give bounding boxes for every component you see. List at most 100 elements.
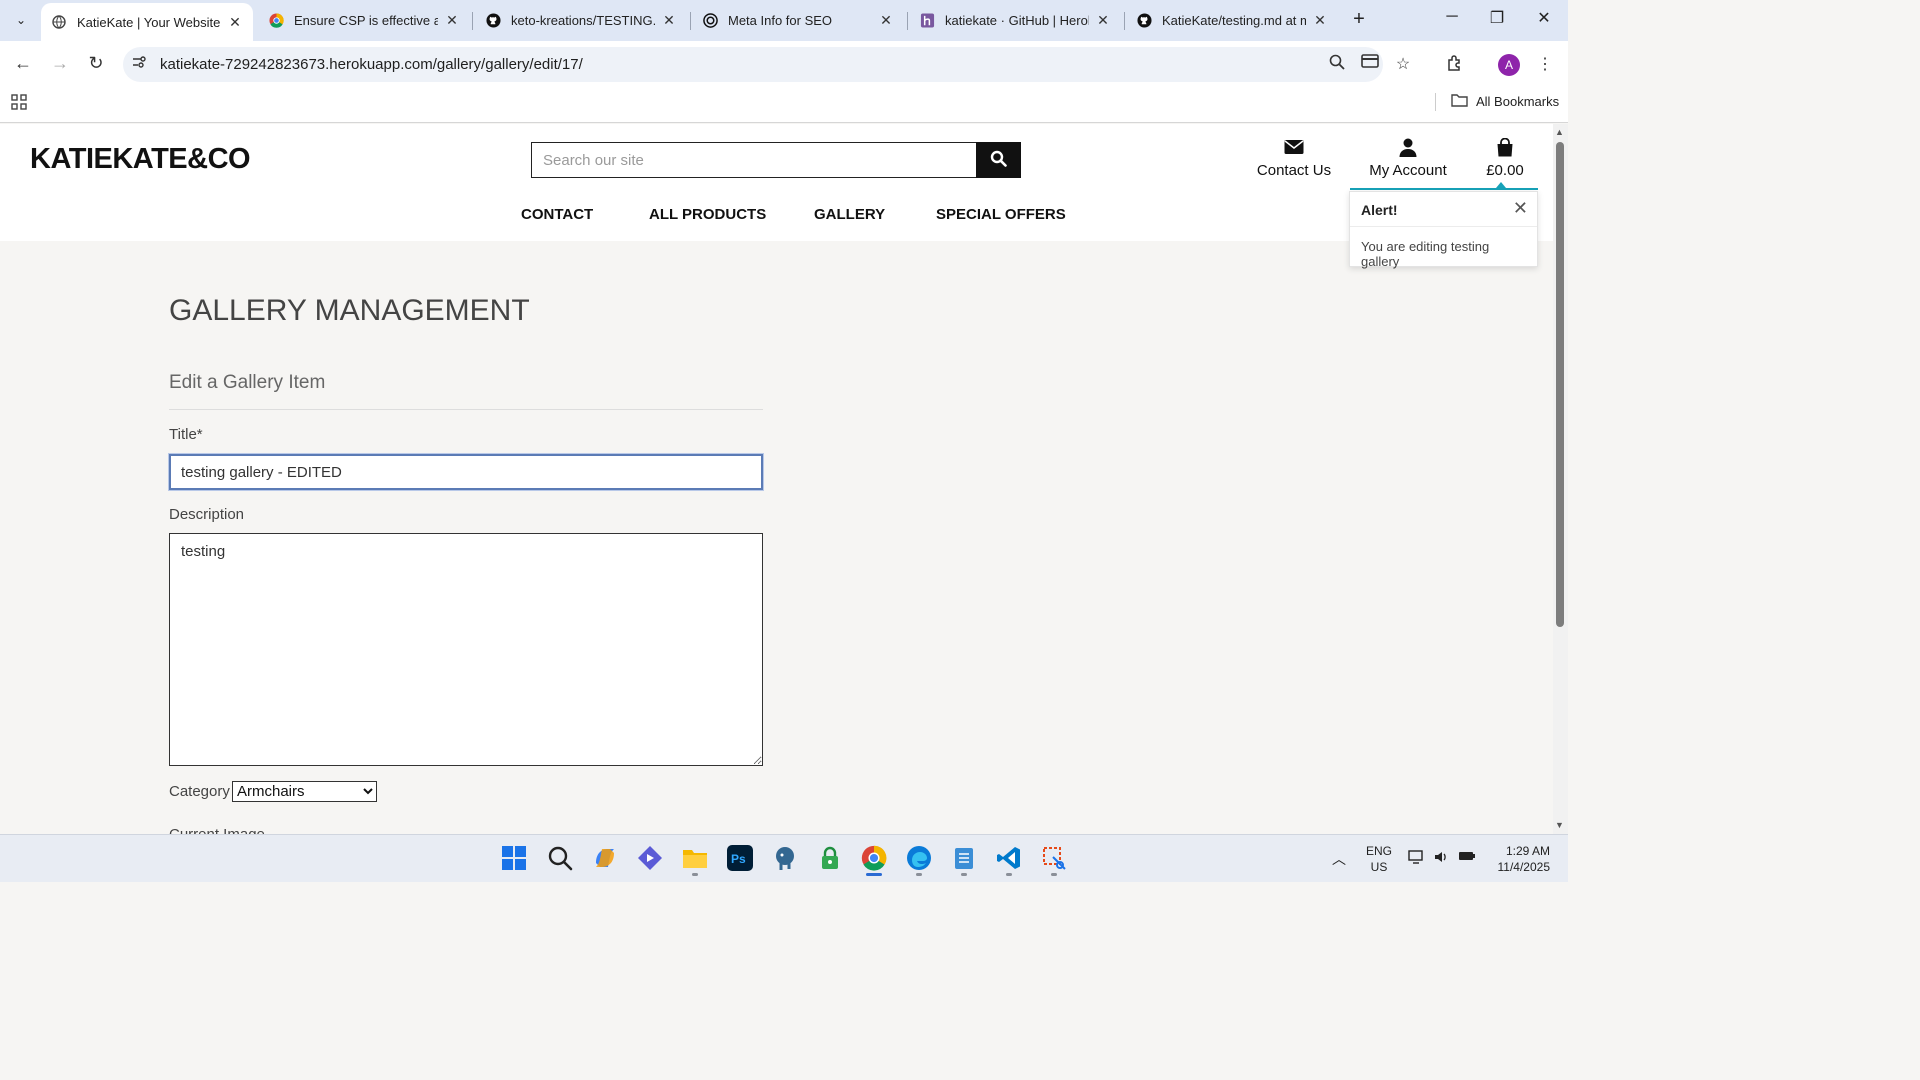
close-window-button[interactable]: ✕ (1529, 8, 1559, 28)
form-subtitle: Edit a Gallery Item (169, 372, 326, 393)
tab-separator (1124, 12, 1125, 30)
taskbar-search-icon[interactable] (547, 845, 573, 871)
title-label: Title* (169, 426, 203, 443)
chrome-taskbar-icon[interactable] (861, 845, 887, 871)
zoom-icon[interactable] (1326, 54, 1348, 75)
network-icon[interactable] (1408, 849, 1426, 868)
system-clock[interactable]: 1:29 AM 11/4/2025 (1490, 843, 1551, 875)
snipping-tool-icon[interactable] (1041, 845, 1067, 871)
bookmarks-bar (0, 88, 1568, 123)
category-label: Category (169, 783, 230, 800)
chrome-icon (268, 13, 284, 29)
payment-card-icon[interactable] (1359, 54, 1381, 73)
edge-icon[interactable] (906, 845, 932, 871)
nav-contact[interactable]: CONTACT (521, 206, 593, 223)
tab-katiekate[interactable]: KatieKate | Your Website ✕ (41, 3, 253, 41)
battery-icon[interactable] (1458, 849, 1476, 866)
running-indicator (692, 873, 698, 876)
nav-gallery[interactable]: GALLERY (814, 206, 885, 223)
running-indicator (1051, 873, 1057, 876)
search-button[interactable] (976, 142, 1021, 178)
github-icon (1136, 13, 1152, 29)
nav-special-offers[interactable]: SPECIAL OFFERS (936, 206, 1066, 223)
close-tab-icon[interactable]: ✕ (1095, 12, 1111, 29)
tab-separator (907, 12, 908, 30)
apps-grid-icon[interactable] (11, 94, 27, 115)
folder-icon[interactable] (1451, 93, 1468, 111)
url-text[interactable]: katiekate-729242823673.herokuapp.com/gal… (160, 56, 583, 73)
contact-us-link[interactable]: Contact Us (1256, 138, 1332, 179)
tab-heroku[interactable]: katiekate · GitHub | Heroku ✕ (909, 0, 1121, 41)
search-icon (990, 150, 1007, 170)
close-tab-icon[interactable]: ✕ (227, 14, 243, 31)
tab-csp[interactable]: Ensure CSP is effective aga ✕ (258, 0, 470, 41)
close-icon[interactable]: ✕ (1513, 198, 1528, 219)
svg-text:Ps: Ps (731, 852, 746, 866)
tab-separator (472, 12, 473, 30)
tab-meta-info[interactable]: Meta Info for SEO ✕ (692, 0, 904, 41)
lock-app-icon[interactable] (817, 845, 843, 871)
new-tab-button[interactable]: + (1347, 8, 1371, 32)
file-explorer-icon[interactable] (682, 845, 708, 871)
scrollbar-thumb[interactable] (1556, 142, 1564, 627)
user-icon (1366, 138, 1450, 160)
divider (169, 409, 763, 410)
openai-icon (702, 13, 718, 29)
site-logo[interactable]: KATIEKATE&CO (30, 143, 251, 176)
tab-search-button[interactable]: ⌄ (8, 7, 34, 33)
envelope-icon (1256, 138, 1332, 160)
bookmark-star-icon[interactable]: ☆ (1392, 54, 1414, 74)
alert-header: Alert! ✕ (1350, 192, 1537, 227)
language-indicator[interactable]: ENG US (1366, 843, 1392, 875)
scroll-up-icon[interactable]: ▲ (1555, 127, 1564, 137)
current-image-label: Current Image (169, 826, 265, 834)
close-tab-icon[interactable]: ✕ (661, 12, 677, 29)
forward-button[interactable]: → (47, 53, 73, 77)
restore-button[interactable]: ❐ (1482, 8, 1512, 28)
close-tab-icon[interactable]: ✕ (444, 12, 460, 29)
close-tab-icon[interactable]: ✕ (878, 12, 894, 29)
windows-start-icon[interactable] (501, 845, 527, 871)
github-icon (485, 13, 501, 29)
volume-icon[interactable] (1433, 849, 1449, 868)
extensions-icon[interactable] (1444, 54, 1466, 77)
scroll-down-icon[interactable]: ▼ (1555, 820, 1564, 830)
profile-avatar[interactable]: A (1498, 54, 1520, 76)
toast-arrow (1496, 182, 1506, 188)
running-indicator (1006, 873, 1012, 876)
site-info-icon[interactable] (132, 55, 146, 72)
shopping-bag-icon (1482, 137, 1528, 160)
category-select[interactable]: Armchairs (232, 781, 377, 802)
active-indicator (866, 873, 882, 876)
notepad-icon[interactable] (951, 845, 977, 871)
title-field[interactable] (169, 454, 763, 490)
close-tab-icon[interactable]: ✕ (1312, 12, 1328, 29)
heroku-icon (919, 13, 935, 29)
description-field[interactable]: testing (169, 533, 763, 766)
shopping-bag-link[interactable]: £0.00 (1482, 137, 1528, 179)
chrome-menu-icon[interactable]: ⋮ (1534, 54, 1556, 74)
back-button[interactable]: ← (10, 53, 36, 77)
vscode-icon[interactable] (996, 845, 1022, 871)
postgres-icon[interactable] (772, 845, 798, 871)
tab-testing-md[interactable]: KatieKate/testing.md at m ✕ (1126, 0, 1338, 41)
bookmarks-separator (1435, 93, 1436, 111)
all-bookmarks-link[interactable]: All Bookmarks (1476, 94, 1559, 109)
diamond-app-icon[interactable] (637, 845, 663, 871)
globe-icon (51, 14, 67, 30)
running-indicator (916, 873, 922, 876)
photoshop-icon[interactable]: Ps (727, 845, 753, 871)
minimize-button[interactable]: ─ (1437, 8, 1467, 26)
my-account-link[interactable]: My Account (1366, 138, 1450, 179)
copilot-icon[interactable] (592, 845, 618, 871)
nav-all-products[interactable]: ALL PRODUCTS (649, 206, 766, 223)
alert-message: You are editing testing gallery (1361, 239, 1490, 269)
tab-keto-kreations[interactable]: keto-kreations/TESTING.m ✕ (475, 0, 687, 41)
tab-separator (690, 12, 691, 30)
chevron-up-icon[interactable]: ︿ (1332, 849, 1346, 869)
alert-heading: Alert! (1361, 202, 1398, 218)
reload-button[interactable]: ↻ (83, 53, 109, 77)
search-input[interactable] (531, 142, 977, 178)
description-label: Description (169, 506, 245, 523)
alert-toast: Alert! ✕ You are editing testing gallery (1349, 191, 1538, 269)
